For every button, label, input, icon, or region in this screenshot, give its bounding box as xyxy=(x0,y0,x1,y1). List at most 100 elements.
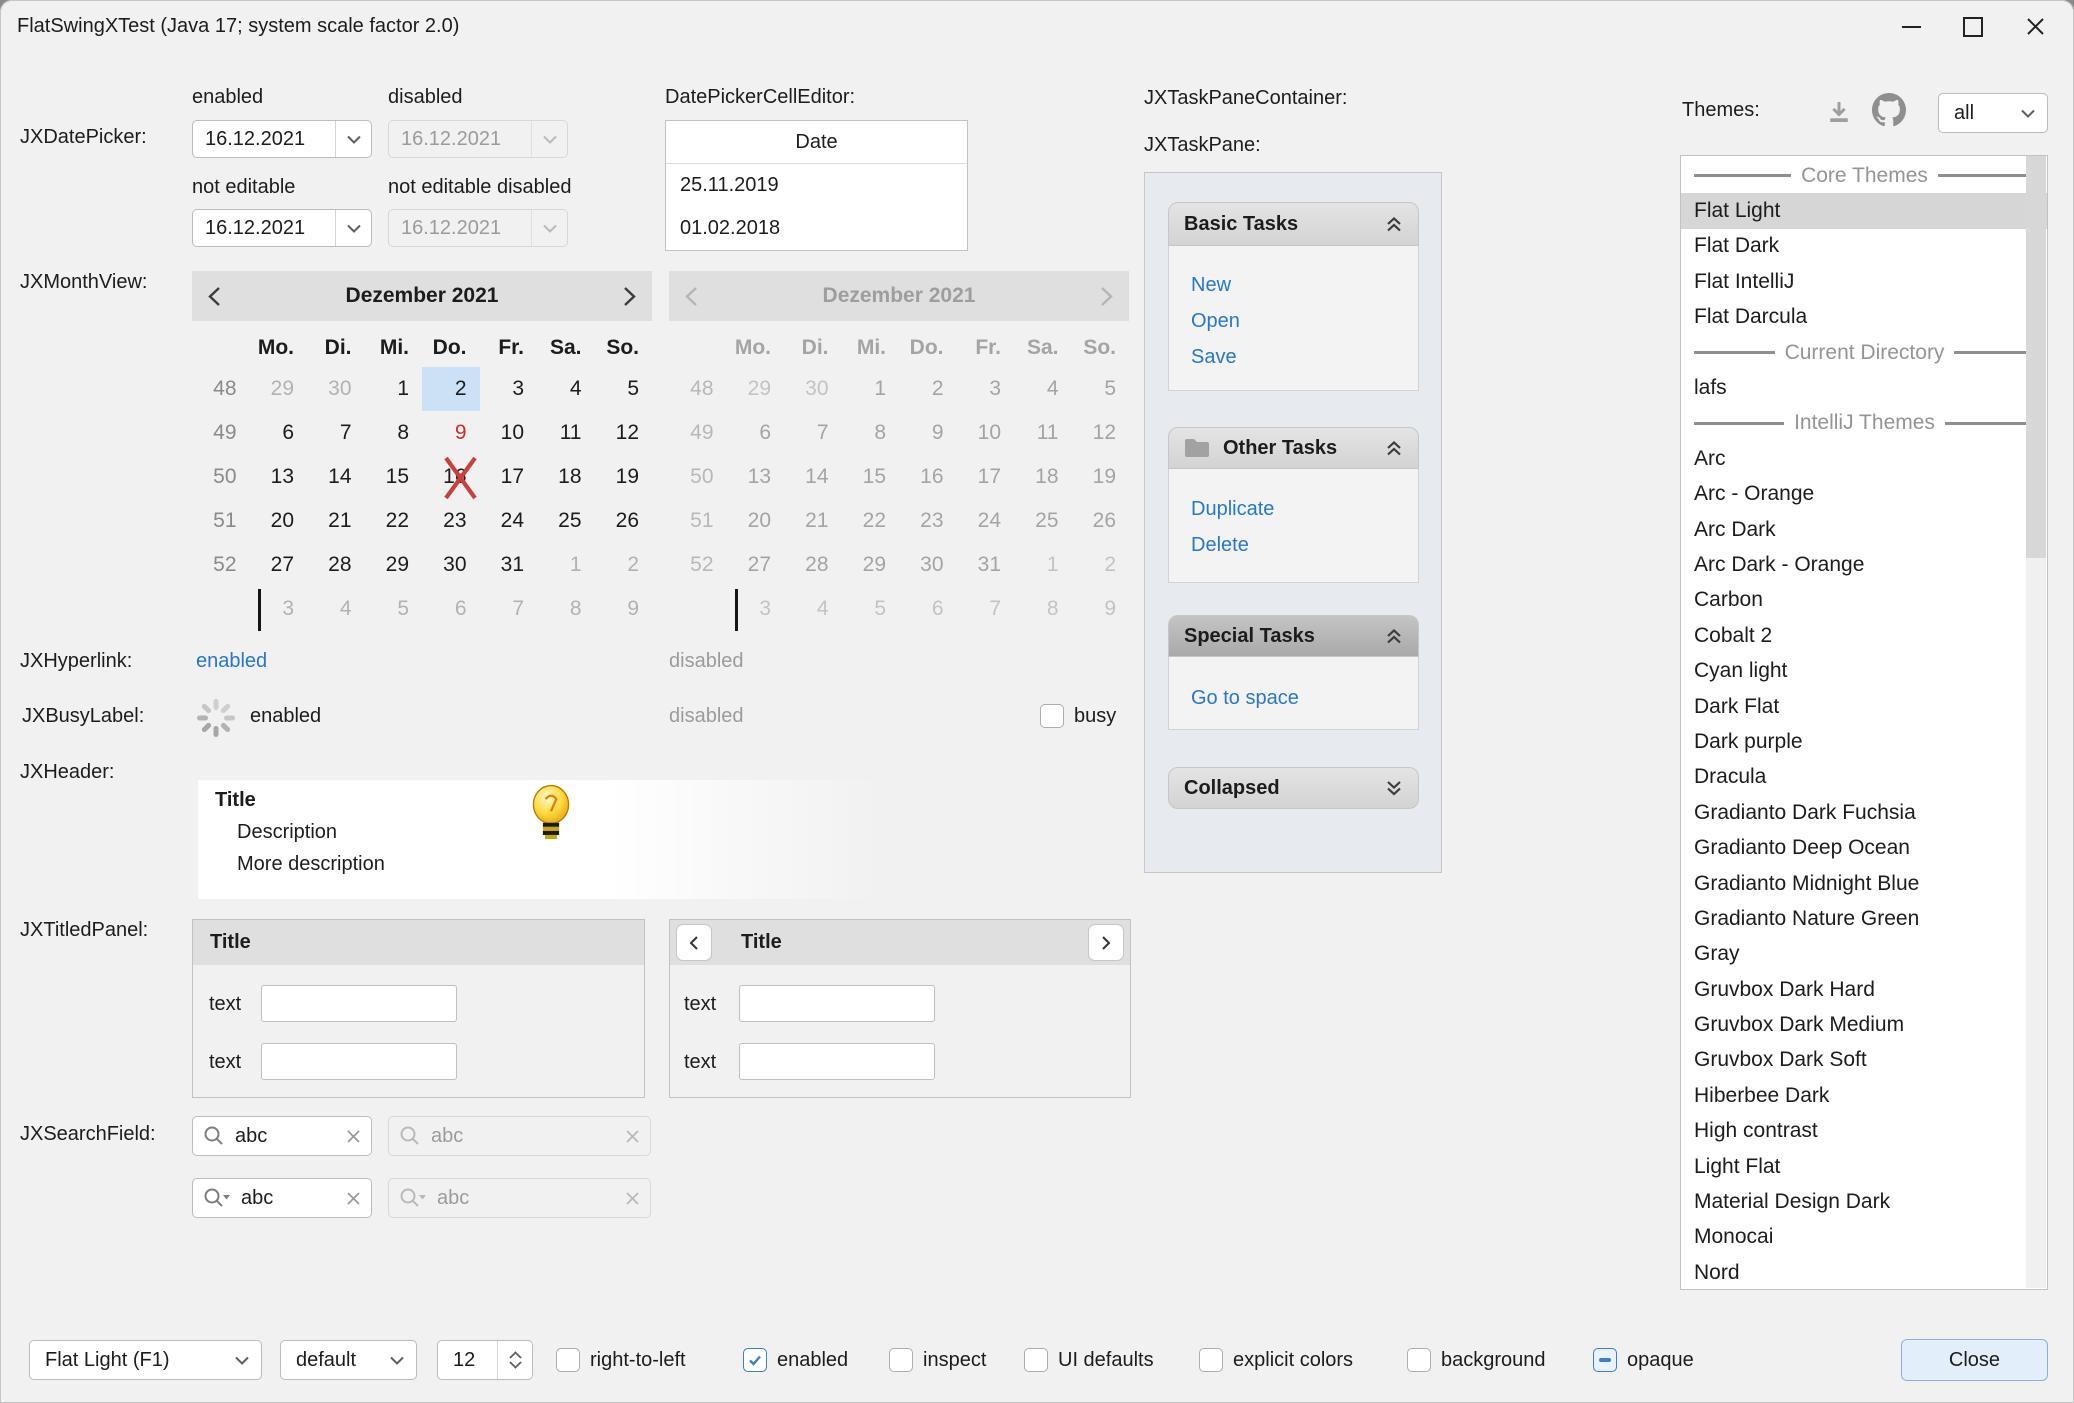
day-cell[interactable]: 4 xyxy=(307,587,365,631)
background-checkbox-group[interactable]: background xyxy=(1407,1348,1546,1372)
text-input[interactable] xyxy=(261,985,457,1022)
text-input[interactable] xyxy=(739,985,935,1022)
explicit-colors-checkbox-group[interactable]: explicit colors xyxy=(1199,1348,1353,1372)
download-icon[interactable] xyxy=(1824,97,1854,127)
day-cell[interactable]: 20 xyxy=(250,499,308,543)
day-cell[interactable]: 6 xyxy=(422,587,480,631)
theme-item[interactable]: Gruvbox Dark Soft xyxy=(1681,1043,2047,1078)
title-left-button[interactable] xyxy=(676,924,712,961)
task-link-open[interactable]: Open xyxy=(1169,303,1418,339)
day-cell[interactable]: 15 xyxy=(365,455,423,499)
explicit-colors-checkbox[interactable] xyxy=(1199,1348,1223,1372)
day-cell[interactable]: 8 xyxy=(365,411,423,455)
close-window-button[interactable] xyxy=(2004,0,2066,53)
theme-item[interactable]: Gruvbox Dark Hard xyxy=(1681,972,2047,1007)
task-link-new[interactable]: New xyxy=(1169,267,1418,303)
busy-checkbox[interactable] xyxy=(1040,704,1064,728)
theme-item[interactable]: Flat IntelliJ xyxy=(1681,264,2047,299)
task-link-duplicate[interactable]: Duplicate xyxy=(1169,491,1418,527)
theme-item[interactable]: Gradianto Midnight Blue xyxy=(1681,866,2047,901)
theme-item[interactable]: Gray xyxy=(1681,937,2047,972)
right-to-left-checkbox-group[interactable]: right-to-left xyxy=(556,1348,686,1372)
enabled-checkbox-group[interactable]: enabled xyxy=(743,1348,848,1372)
day-cell[interactable]: 14 xyxy=(307,455,365,499)
minimize-button[interactable] xyxy=(1880,0,1942,53)
hyperlink-enabled[interactable]: enabled xyxy=(196,650,267,673)
day-cell[interactable]: 1 xyxy=(537,543,595,587)
theme-item[interactable]: Carbon xyxy=(1681,583,2047,618)
day-cell[interactable]: 8 xyxy=(537,587,595,631)
day-cell[interactable]: 1 xyxy=(365,367,423,411)
theme-item[interactable]: Arc Dark xyxy=(1681,512,2047,547)
theme-item[interactable]: Flat Dark xyxy=(1681,229,2047,264)
title-right-button[interactable] xyxy=(1088,924,1124,961)
day-cell[interactable]: 7 xyxy=(480,587,538,631)
day-cell[interactable]: 9 xyxy=(595,587,653,631)
day-cell[interactable]: 23 xyxy=(422,499,480,543)
themes-filter-combo[interactable]: all xyxy=(1938,93,2048,133)
task-link-delete[interactable]: Delete xyxy=(1169,527,1418,563)
theme-item[interactable]: Arc xyxy=(1681,441,2047,476)
day-cell[interactable]: 11 xyxy=(537,411,595,455)
datepicker-enabled-field[interactable]: 16.12.2021 xyxy=(192,120,372,158)
day-cell[interactable]: 29 xyxy=(365,543,423,587)
day-cell[interactable]: 6 xyxy=(250,411,308,455)
datepicker-dropdown-button[interactable] xyxy=(335,121,371,157)
inspect-checkbox-group[interactable]: inspect xyxy=(889,1348,986,1372)
searchfield-dropdown-enabled[interactable]: abc xyxy=(192,1178,372,1218)
theme-item[interactable]: Gradianto Deep Ocean xyxy=(1681,830,2047,865)
day-cell[interactable]: 2 xyxy=(595,543,653,587)
theme-item[interactable]: Arc - Orange xyxy=(1681,477,2047,512)
inspect-checkbox[interactable] xyxy=(889,1348,913,1372)
font-combo[interactable]: default xyxy=(280,1340,417,1380)
theme-item[interactable]: Cobalt 2 xyxy=(1681,618,2047,653)
day-cell[interactable]: 13 xyxy=(250,455,308,499)
day-cell[interactable]: 29 xyxy=(250,367,308,411)
day-cell[interactable]: 10 xyxy=(480,411,538,455)
theme-item[interactable]: Flat Darcula xyxy=(1681,300,2047,335)
theme-item[interactable]: Cyan light xyxy=(1681,653,2047,688)
theme-item[interactable]: Monocai xyxy=(1681,1220,2047,1255)
close-button[interactable]: Close xyxy=(1901,1339,2048,1381)
busy-checkbox-group[interactable]: busy xyxy=(1040,704,1116,728)
day-cell[interactable]: 31 xyxy=(480,543,538,587)
day-cell[interactable]: 12 xyxy=(595,411,653,455)
theme-item[interactable]: Gradianto Nature Green xyxy=(1681,901,2047,936)
font-size-spinner[interactable]: 12 xyxy=(437,1340,533,1380)
scrollbar-thumb[interactable] xyxy=(2026,156,2046,558)
opaque-checkbox-group[interactable]: opaque xyxy=(1593,1348,1694,1372)
day-cell[interactable]: 17 xyxy=(480,455,538,499)
day-cell[interactable]: 30 xyxy=(422,543,480,587)
searchfield-enabled[interactable]: abc xyxy=(192,1116,372,1156)
day-cell-holiday[interactable]: 9 xyxy=(422,411,480,455)
background-checkbox[interactable] xyxy=(1407,1348,1431,1372)
day-cell[interactable]: 5 xyxy=(595,367,653,411)
theme-item[interactable]: lafs xyxy=(1681,370,2047,405)
day-cell-flagged[interactable]: 16 xyxy=(422,455,480,499)
day-cell[interactable]: 4 xyxy=(537,367,595,411)
right-to-left-checkbox[interactable] xyxy=(556,1348,580,1372)
taskpane-header[interactable]: Collapsed xyxy=(1168,767,1419,809)
laf-combo[interactable]: Flat Light (F1) xyxy=(29,1340,262,1380)
prev-month-icon[interactable] xyxy=(208,286,221,307)
theme-item[interactable]: Gradianto Dark Fuchsia xyxy=(1681,795,2047,830)
theme-item[interactable]: High contrast xyxy=(1681,1114,2047,1149)
text-input[interactable] xyxy=(739,1043,935,1080)
day-cell[interactable]: 24 xyxy=(480,499,538,543)
day-cell[interactable]: 30 xyxy=(307,367,365,411)
day-cell[interactable]: 27 xyxy=(250,543,308,587)
day-cell[interactable]: 18 xyxy=(537,455,595,499)
theme-item-selected[interactable]: Flat Light xyxy=(1681,193,2047,228)
next-month-icon[interactable] xyxy=(623,286,636,307)
day-cell[interactable]: 21 xyxy=(307,499,365,543)
taskpane-header[interactable]: Special Tasks xyxy=(1168,615,1419,657)
day-cell[interactable]: 7 xyxy=(307,411,365,455)
theme-item[interactable]: Nord xyxy=(1681,1255,2047,1290)
text-input[interactable] xyxy=(261,1043,457,1080)
theme-item[interactable]: Gruvbox Dark Medium xyxy=(1681,1007,2047,1042)
day-cell[interactable]: 19 xyxy=(595,455,653,499)
table-row[interactable]: 25.11.2019 xyxy=(666,164,967,207)
datepicker-noteditable-field[interactable]: 16.12.2021 xyxy=(192,209,372,247)
taskpane-header[interactable]: Basic Tasks xyxy=(1168,202,1419,246)
ui-defaults-checkbox-group[interactable]: UI defaults xyxy=(1024,1348,1154,1372)
